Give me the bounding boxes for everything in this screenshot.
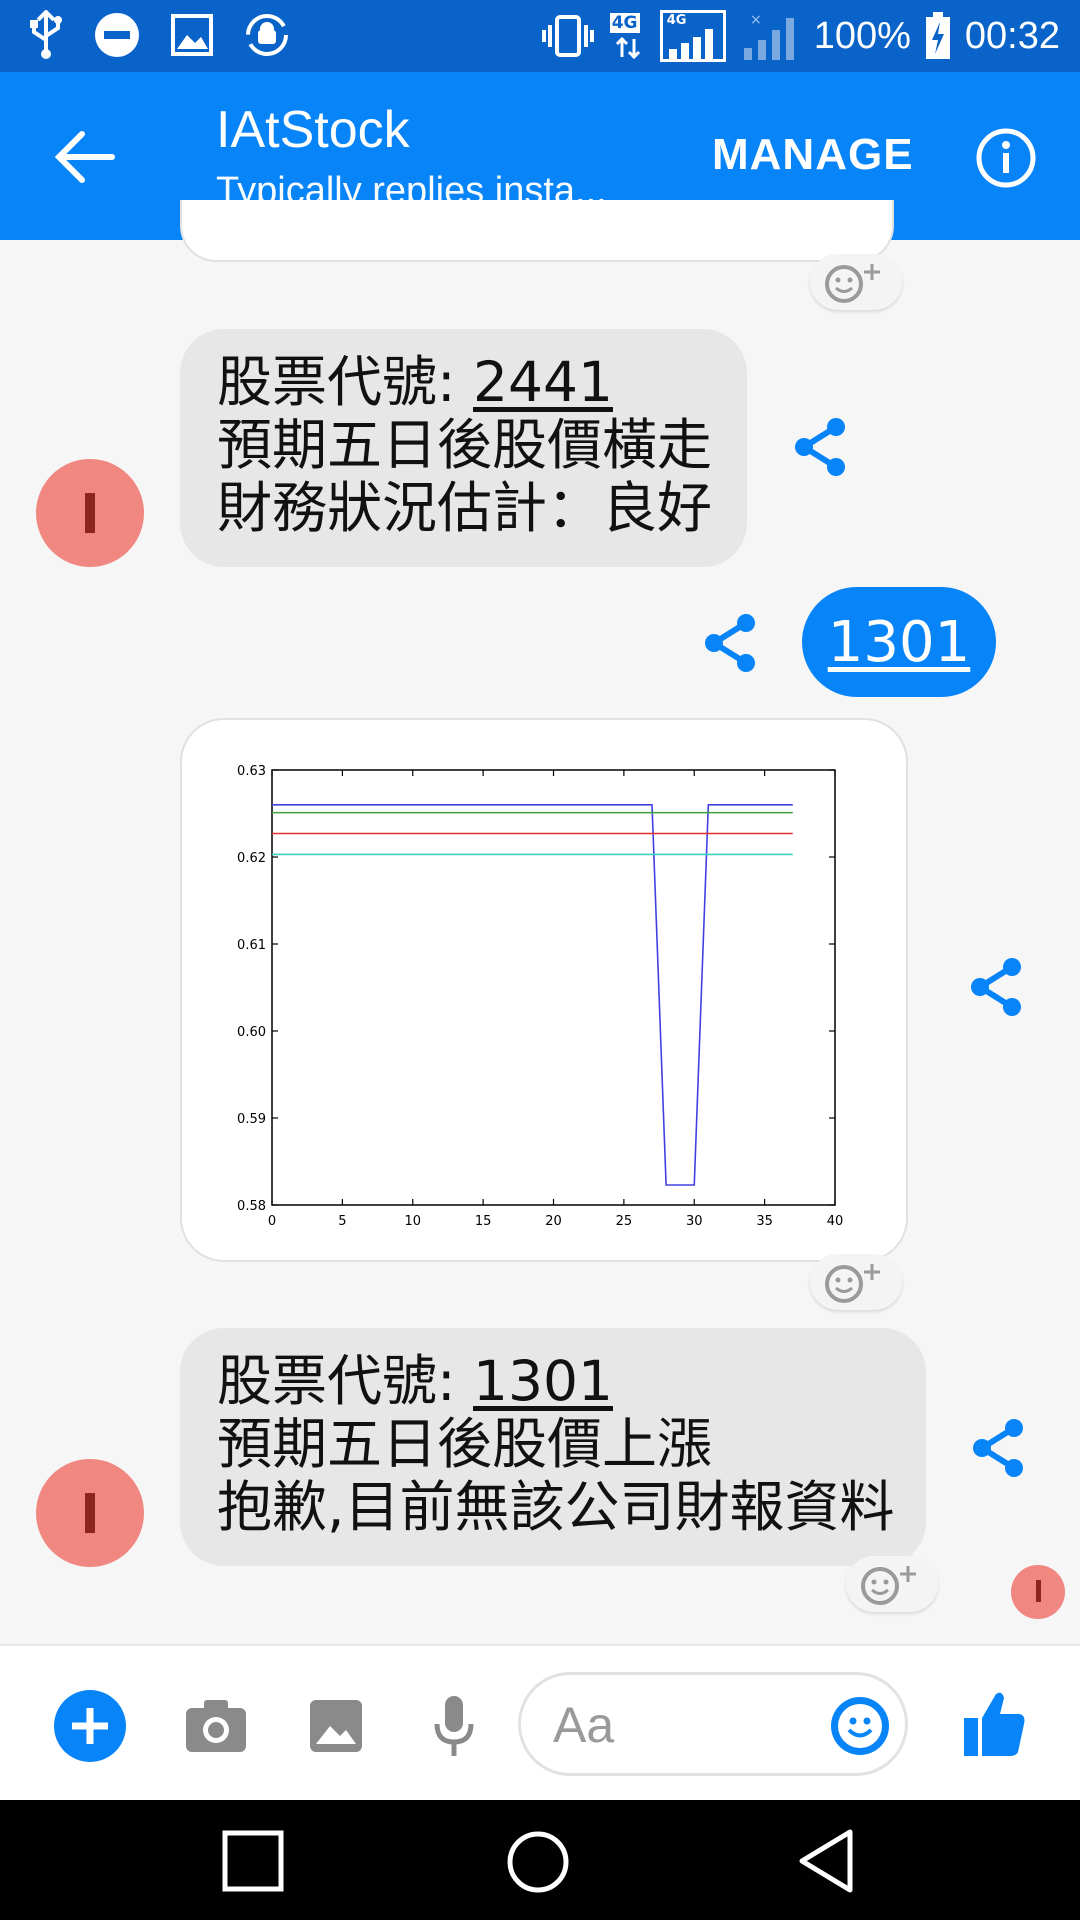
financial-line: 財務狀況估計：良好 [217, 476, 713, 540]
bot-message-bubble[interactable]: 股票代號: 2441 預期五日後股價橫走 財務狀況估計：良好 [180, 329, 747, 567]
add-reaction-icon [825, 1264, 880, 1303]
home-circle-icon[interactable] [506, 1830, 570, 1894]
stock-code-line: 股票代號: 1301 [217, 1350, 926, 1413]
y-tick-label: 0.63 [237, 764, 266, 779]
status-bar: 4G 4G × 100% 00:32 [0, 0, 1080, 72]
message-input-field[interactable] [518, 1672, 908, 1776]
x-tick-label: 20 [545, 1214, 562, 1229]
manage-button[interactable]: MANAGE [712, 130, 914, 180]
network-4g-indicator: 4G [609, 11, 646, 61]
back-triangle-icon[interactable] [796, 1828, 856, 1894]
y-tick-label: 0.58 [237, 1199, 266, 1214]
signal-sim1-label: 4G [666, 13, 687, 28]
x-tick-label: 5 [338, 1214, 346, 1229]
seen-avatar [1011, 1565, 1065, 1619]
x-tick-label: 10 [404, 1214, 421, 1229]
info-icon[interactable] [976, 128, 1036, 188]
x-tick-label: 30 [686, 1214, 703, 1229]
signal-sim2-icon: × [743, 12, 794, 60]
bot-avatar[interactable] [36, 1459, 144, 1567]
stock-code-prefix: 股票代號: [217, 350, 474, 414]
bot-message-bubble[interactable]: 股票代號: 1301 預期五日後股價上漲 抱歉,目前無該公司財報資料 [180, 1328, 926, 1566]
bot-avatar[interactable] [36, 459, 144, 567]
composer-bar [0, 1644, 1080, 1802]
recents-square-icon[interactable] [222, 1830, 284, 1892]
y-tick-label: 0.59 [237, 1112, 266, 1127]
y-tick-label: 0.62 [237, 851, 266, 866]
plus-icon[interactable] [54, 1690, 126, 1762]
do-not-disturb-icon [95, 13, 139, 57]
battery-charging-icon [925, 12, 950, 59]
forecast-line: 預期五日後股價橫走 [217, 413, 713, 477]
x-tick-label: 25 [616, 1214, 633, 1229]
x-tick-label: 40 [827, 1214, 844, 1229]
microphone-icon[interactable] [432, 1694, 476, 1760]
navigation-bar [0, 1800, 1080, 1920]
previous-message-fragment [180, 200, 894, 262]
share-icon[interactable] [790, 415, 850, 479]
emoji-icon[interactable] [829, 1695, 891, 1757]
x-tick-label: 35 [756, 1214, 773, 1229]
share-icon[interactable] [700, 611, 760, 675]
user-message-text[interactable]: 1301 [828, 610, 971, 675]
battery-percent: 100% [813, 14, 911, 57]
gallery-notification-icon [171, 14, 213, 56]
line-chart: 0 5 10 15 20 25 30 35 40 0.63 0.62 0.61 0.60 0.59 0.58 [237, 764, 844, 1229]
reaction-button[interactable] [810, 1254, 902, 1310]
share-icon[interactable] [966, 955, 1026, 1019]
status-left-icons [28, 10, 290, 60]
reaction-button[interactable] [810, 254, 902, 310]
chart-image-message[interactable]: 0 5 10 15 20 25 30 35 40 0.63 0.62 0.61 0.60 0.59 0.58 [180, 718, 908, 1262]
add-reaction-icon [861, 1566, 916, 1605]
gallery-icon[interactable] [308, 1698, 364, 1754]
svg-text:×: × [750, 12, 762, 28]
x-tick-label: 15 [475, 1214, 492, 1229]
share-icon[interactable] [968, 1416, 1028, 1480]
vibrate-icon [541, 15, 594, 57]
android-sync-icon [246, 14, 288, 56]
stock-code-prefix: 股票代號: [217, 1349, 474, 1413]
back-arrow-icon[interactable] [50, 122, 120, 192]
forecast-line: 預期五日後股價上漲 [217, 1412, 713, 1476]
conversation-title[interactable]: IAtStock [216, 100, 410, 160]
signal-sim1-icon: 4G [659, 10, 726, 62]
x-tick-label: 0 [268, 1214, 276, 1229]
network-type-label: 4G [609, 13, 640, 33]
usb-icon [30, 10, 62, 59]
clock: 00:32 [964, 14, 1060, 57]
financial-line: 抱歉,目前無該公司財報資料 [217, 1475, 895, 1539]
stock-code-link[interactable]: 2441 [473, 350, 613, 414]
data-arrows-icon [615, 37, 640, 59]
stock-code-line: 股票代號: 2441 [217, 351, 747, 414]
user-message-bubble[interactable]: 1301 [802, 587, 996, 697]
status-right-icons: 4G 4G × 100% 00:32 [540, 0, 1060, 72]
camera-icon[interactable] [184, 1698, 248, 1754]
stock-code-link[interactable]: 1301 [473, 1349, 613, 1413]
message-input[interactable] [551, 1689, 805, 1761]
like-thumb-icon[interactable] [962, 1688, 1026, 1760]
add-reaction-icon [825, 264, 880, 303]
y-tick-label: 0.60 [237, 1025, 266, 1040]
plot-frame [271, 769, 836, 1206]
reaction-button[interactable] [846, 1556, 938, 1612]
y-tick-label: 0.61 [237, 938, 266, 953]
